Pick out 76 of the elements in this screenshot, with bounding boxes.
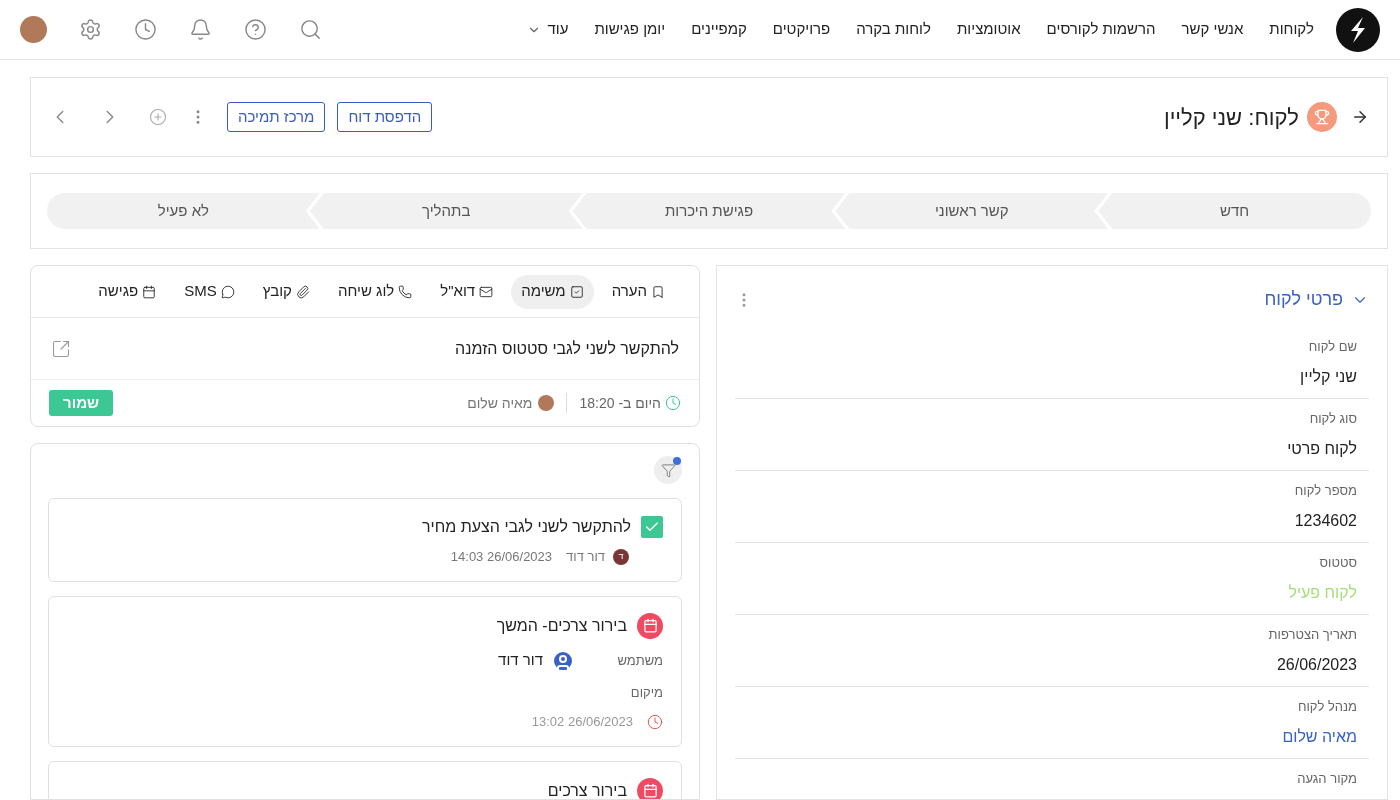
- clock-icon: [665, 395, 681, 411]
- nav-link[interactable]: אוטומציות: [956, 18, 1021, 41]
- field-label: סטטוס: [1318, 555, 1357, 571]
- activity-title[interactable]: בירור צרכים- המשך: [496, 613, 627, 638]
- field-label: שם לקוח: [1307, 339, 1357, 355]
- composer-tab[interactable]: לוג שיחה: [327, 274, 423, 309]
- composer-tab[interactable]: דוא"ל: [430, 274, 504, 309]
- nav-link[interactable]: קמפיינים: [691, 18, 747, 41]
- nav-link[interactable]: לקוחות: [1269, 18, 1314, 41]
- nav-link[interactable]: פרויקטים: [772, 18, 831, 41]
- composer-tab[interactable]: קובץ: [252, 274, 320, 309]
- pipeline-stage[interactable]: בתהליך: [309, 193, 583, 229]
- filter-icon: [660, 462, 676, 478]
- search-icon[interactable]: [299, 18, 322, 41]
- due-time[interactable]: היום ב- 18:20: [579, 392, 661, 414]
- pipeline-stage[interactable]: חדש: [1098, 193, 1371, 229]
- task-checkbox[interactable]: [641, 516, 663, 538]
- author-name: דור דוד: [566, 548, 605, 566]
- field-label: מנהל לקוח: [1296, 699, 1357, 715]
- pipeline-stage[interactable]: לא פעיל: [47, 193, 320, 229]
- owner-name[interactable]: מאיה שלום: [467, 392, 533, 414]
- filter-button[interactable]: [654, 456, 682, 484]
- field-label: מספר לקוח: [1293, 483, 1357, 499]
- field-label: משתמש: [616, 651, 663, 670]
- page-title: לקוח: שני קליין: [1163, 103, 1299, 132]
- field-value[interactable]: מאיה שלום: [1282, 725, 1357, 749]
- section-title[interactable]: פרטי לקוח: [1264, 286, 1343, 313]
- composer-tab[interactable]: פגישה: [88, 274, 167, 309]
- nav-link[interactable]: אנשי קשר: [1181, 18, 1244, 41]
- composer-tab[interactable]: הערה: [601, 274, 675, 309]
- nav-more-menu[interactable]: עוד: [527, 18, 569, 41]
- composer-tab[interactable]: משימה: [511, 274, 594, 309]
- trophy-badge-icon: [1307, 102, 1337, 132]
- sms-tab-icon: [220, 284, 235, 299]
- file-tab-icon: [295, 284, 310, 299]
- activity-date: 26/06/2023 14:03: [450, 548, 553, 566]
- task-tab-icon: [569, 284, 584, 299]
- nav-link[interactable]: לוחות בקרה: [856, 18, 931, 41]
- clock-icon[interactable]: [134, 18, 157, 41]
- help-icon[interactable]: [244, 18, 267, 41]
- clock-icon: [647, 713, 663, 730]
- calendar-badge-icon: [637, 612, 663, 639]
- activity-title[interactable]: בירור צרכים: [547, 778, 627, 799]
- add-icon[interactable]: [149, 108, 167, 126]
- author-avatar: ד: [613, 548, 629, 565]
- meeting-tab-icon: [142, 284, 157, 299]
- bell-icon[interactable]: [189, 18, 212, 41]
- pipeline-stage[interactable]: קשר ראשוני: [835, 193, 1109, 229]
- composer-tab[interactable]: SMS: [174, 274, 245, 309]
- field-value: שני קליין: [1300, 367, 1357, 387]
- owner-avatar: [538, 395, 555, 411]
- outline-button[interactable]: מרכז תמיכה: [227, 102, 326, 132]
- note-tab-icon: [651, 284, 665, 299]
- field-label: מיקום: [630, 683, 663, 702]
- logo-icon[interactable]: [1336, 7, 1380, 52]
- user-avatar[interactable]: [20, 16, 47, 43]
- pipeline-stage[interactable]: פגישת היכרות: [572, 193, 846, 229]
- activity-date: 26/06/2023 13:02: [531, 713, 633, 731]
- email-tab-icon: [479, 284, 494, 299]
- settings-icon[interactable]: [79, 18, 102, 41]
- field-value: לקוח פרטי: [1287, 439, 1357, 459]
- nav-link[interactable]: הרשמות לקורסים: [1046, 18, 1156, 41]
- user-name: דור דוד: [498, 650, 543, 671]
- field-label: סוג לקוח: [1308, 411, 1357, 427]
- field-value: 1234602: [1294, 511, 1357, 531]
- field-value: 26/06/2023: [1276, 655, 1357, 675]
- call-tab-icon: [398, 284, 413, 299]
- field-value: לקוח פעיל: [1288, 583, 1357, 603]
- nav-link[interactable]: יומן פגישות: [594, 18, 666, 41]
- activity-title[interactable]: להתקשר לשני לגבי הצעת מחיר: [422, 515, 631, 539]
- outline-button[interactable]: הדפסת דוח: [337, 102, 433, 132]
- field-label: מקור הגעה: [1296, 771, 1357, 787]
- external-link-icon[interactable]: [51, 338, 71, 359]
- field-label: תאריך הצטרפות: [1267, 627, 1357, 643]
- task-input-field[interactable]: להתקשר לשני לגבי סטטוס הזמנה: [81, 336, 679, 361]
- back-arrow-icon[interactable]: [1351, 108, 1369, 126]
